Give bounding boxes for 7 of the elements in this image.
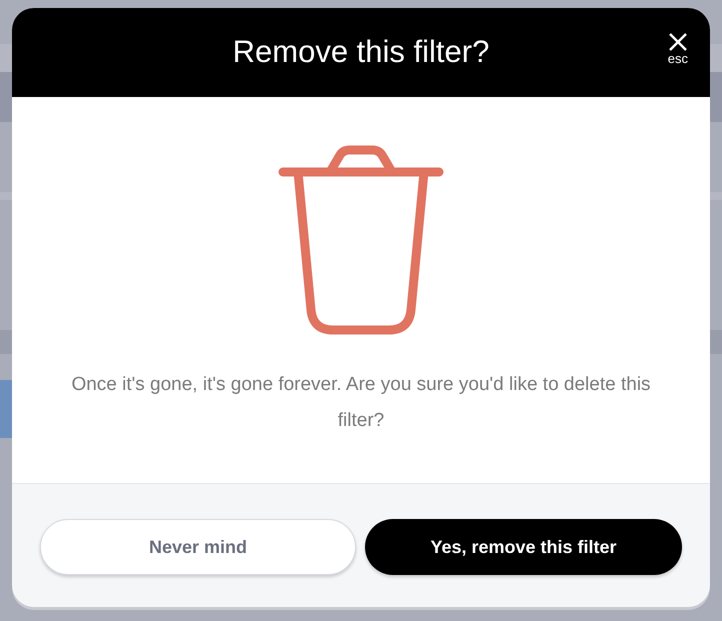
close-icon xyxy=(668,32,688,52)
close-button[interactable]: esc xyxy=(668,32,688,66)
trash-icon xyxy=(278,145,444,335)
message-text: Once it's gone, it's gone forever. Are you sure you'd like to delete this filter? xyxy=(71,373,651,433)
dialog-title: Remove this filter? xyxy=(232,33,490,72)
cancel-button[interactable]: Never mind xyxy=(40,519,356,575)
confirm-button[interactable]: Yes, remove this filter xyxy=(365,519,682,575)
